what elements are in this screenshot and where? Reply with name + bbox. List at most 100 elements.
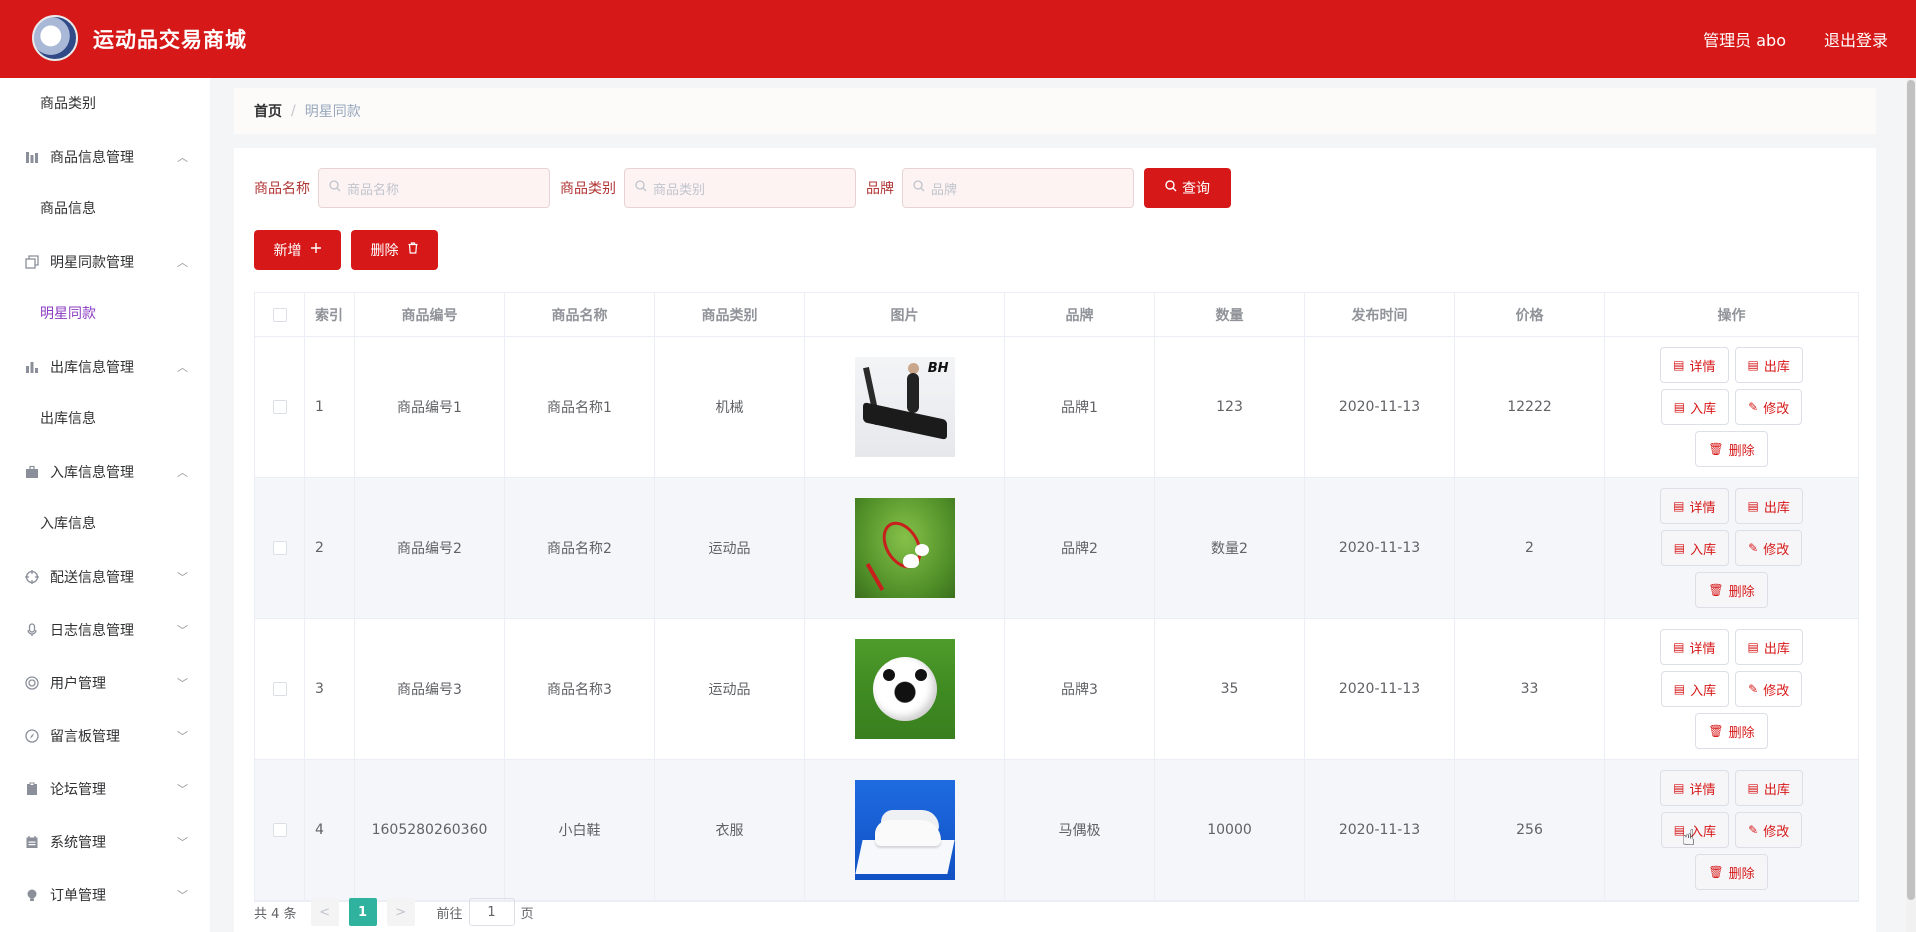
sidebar-group-inbound[interactable]: 入库信息管理 ︿ (0, 445, 210, 498)
outbound-button[interactable]: ▤ 出库 (1734, 347, 1803, 383)
inbound-button[interactable]: ▤ 入库 (1660, 812, 1730, 848)
outbound-label: 出库 (1763, 641, 1790, 657)
product-category-input[interactable]: 商品类别 (624, 168, 856, 208)
product-image-white-shoes (854, 780, 955, 880)
query-button[interactable]: 查询 (1144, 168, 1231, 208)
inbound-button[interactable]: ▤ 入库 (1660, 389, 1730, 425)
sidebar-group-label: 订单管理 (50, 887, 106, 904)
inbound-button[interactable]: ▤ 入库 (1660, 671, 1730, 707)
sidebar-group-label: 明星同款管理 (50, 254, 134, 271)
row-checkbox[interactable] (272, 541, 287, 555)
goto-suffix: 页 (520, 906, 534, 922)
sidebar-group-system[interactable]: 系统管理 ﹀ (0, 815, 210, 868)
header-image: 图片 (805, 293, 1005, 336)
document-icon: ▤ (1673, 781, 1685, 795)
edit-button[interactable]: ✎ 修改 (1735, 389, 1803, 425)
row-checkbox[interactable] (272, 682, 287, 696)
goto-page-input[interactable]: 1 (468, 898, 515, 926)
delete-label: 删除 (1728, 866, 1755, 882)
inbound-button[interactable]: ▤ 入库 (1660, 530, 1730, 566)
chevron-up-icon: ︿ (177, 150, 188, 164)
sidebar-group-delivery[interactable]: 配送信息管理 ﹀ (0, 550, 210, 603)
cell-ops: ▤ 详情 ▤ 出库 ▤ 入库 ✎ 修改 🗑 删除 (1605, 478, 1858, 618)
document-icon: ▤ (1673, 499, 1685, 513)
product-image-treadmill: BH (854, 357, 955, 457)
outbound-button[interactable]: ▤ 出库 (1734, 629, 1803, 665)
document-icon: ▤ (1747, 640, 1759, 654)
delete-button[interactable]: 🗑 删除 (1695, 572, 1768, 608)
edit-icon: ✎ (1748, 541, 1759, 555)
next-page-button[interactable]: > (386, 898, 415, 926)
briefcase-icon (24, 464, 40, 480)
search-icon (913, 180, 925, 196)
top-header: 运动品交易商城 管理员 abo 退出登录 (0, 0, 1916, 78)
sidebar-group-product-info[interactable]: 商品信息管理 ︿ (0, 130, 210, 183)
inbound-label: 入库 (1690, 683, 1717, 699)
header-name: 商品名称 (505, 293, 655, 336)
product-name-input[interactable]: 商品名称 (318, 168, 550, 208)
detail-button[interactable]: ▤ 详情 (1660, 347, 1729, 383)
action-bar: 新增 删除 (254, 230, 438, 270)
sidebar-group-message-board[interactable]: 留言板管理 ﹀ (0, 709, 210, 762)
edit-label: 修改 (1763, 542, 1790, 558)
outbound-label: 出库 (1763, 500, 1790, 516)
chevron-up-icon: ︿ (177, 465, 188, 479)
image-brand-mark: BH (927, 361, 949, 376)
detail-button[interactable]: ▤ 详情 (1660, 629, 1729, 665)
sidebar-item-product-info[interactable]: 商品信息 (0, 183, 210, 235)
edit-button[interactable]: ✎ 修改 (1735, 671, 1803, 707)
delete-button[interactable]: 🗑 删除 (1695, 713, 1768, 749)
sidebar-item-inbound[interactable]: 入库信息 (0, 498, 210, 550)
app-title: 运动品交易商城 (93, 28, 247, 52)
main-content: 首页 / 明星同款 商品名称 商品名称 商品类别 商品类别 品牌 品牌 查询 新… (210, 78, 1906, 932)
cell-brand: 品牌1 (1005, 337, 1155, 477)
edit-button[interactable]: ✎ 修改 (1735, 812, 1803, 848)
brand-input[interactable]: 品牌 (902, 168, 1134, 208)
sidebar-group-label: 论坛管理 (50, 781, 106, 798)
row-checkbox[interactable] (272, 400, 287, 414)
cell-price: 256 (1455, 760, 1605, 900)
cell-index: 3 (305, 619, 355, 759)
add-button[interactable]: 新增 (254, 230, 341, 270)
sidebar-item-outbound[interactable]: 出库信息 (0, 393, 210, 445)
outbound-button[interactable]: ▤ 出库 (1734, 770, 1803, 806)
prev-page-button[interactable]: < (310, 898, 339, 926)
delete-button[interactable]: 🗑 删除 (1695, 431, 1768, 467)
crosshair-icon (24, 569, 40, 585)
chevron-up-icon: ︿ (177, 360, 188, 374)
scrollbar-thumb[interactable] (1907, 80, 1915, 900)
select-all-checkbox[interactable] (272, 307, 287, 322)
table-row: 2 商品编号2 商品名称2 运动品 品牌2 数量2 2020-11-13 2 ▤… (255, 478, 1858, 619)
logout-link[interactable]: 退出登录 (1824, 27, 1888, 51)
sidebar-group-label: 出库信息管理 (50, 359, 134, 376)
cell-brand: 马偶极 (1005, 760, 1155, 900)
detail-label: 详情 (1689, 359, 1716, 375)
product-table: 索引 商品编号 商品名称 商品类别 图片 品牌 数量 发布时间 价格 操作 1 … (254, 292, 1859, 902)
row-checkbox[interactable] (272, 823, 287, 837)
cell-ops: ▤ 详情 ▤ 出库 ▤ 入库 ✎ 修改 🗑 删除 (1605, 337, 1858, 477)
sidebar-group-forum[interactable]: 论坛管理 ﹀ (0, 762, 210, 815)
sidebar-group-star-style[interactable]: 明星同款管理 ︿ (0, 235, 210, 288)
sidebar-group-outbound[interactable]: 出库信息管理 ︿ (0, 340, 210, 393)
cell-quantity: 35 (1155, 619, 1305, 759)
header-category: 商品类别 (655, 293, 805, 336)
sidebar-item-product-category[interactable]: 商品类别 (0, 78, 210, 130)
outbound-button[interactable]: ▤ 出库 (1734, 488, 1803, 524)
sidebar-group-orders[interactable]: 订单管理 ﹀ (0, 868, 210, 921)
trash-icon: 🗑 (1708, 442, 1724, 456)
detail-button[interactable]: ▤ 详情 (1660, 488, 1729, 524)
header-price: 价格 (1455, 293, 1605, 336)
sidebar-group-log[interactable]: 日志信息管理 ﹀ (0, 603, 210, 656)
breadcrumb-home[interactable]: 首页 (254, 101, 282, 121)
page-number-button[interactable]: 1 (348, 898, 377, 926)
sidebar-item-star-style[interactable]: 明星同款 (0, 288, 210, 340)
chevron-down-icon: ﹀ (177, 676, 188, 690)
delete-button[interactable]: 🗑 删除 (1695, 854, 1768, 890)
batch-delete-button[interactable]: 删除 (351, 230, 438, 270)
product-name-label: 商品名称 (254, 181, 310, 197)
edit-button[interactable]: ✎ 修改 (1735, 530, 1803, 566)
page-scrollbar[interactable] (1906, 78, 1916, 932)
sidebar-group-users[interactable]: 用户管理 ﹀ (0, 656, 210, 709)
detail-button[interactable]: ▤ 详情 (1660, 770, 1729, 806)
chevron-down-icon: ﹀ (177, 623, 188, 637)
